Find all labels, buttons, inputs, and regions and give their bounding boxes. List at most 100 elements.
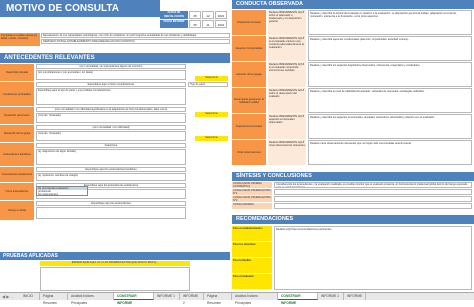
date-field[interactable]: 25 — [189, 11, 201, 19]
left-panel: MOTIVO DE CONSULTA FECHA DE REEVALUACIÓN… — [0, 0, 231, 292]
conducta-value[interactable]: Redacte y describa la actitud del evalua… — [308, 10, 472, 35]
pruebas-text[interactable]: ESPECIFIQUE AQUÍ LA O LAS PRUEBAS EXTRA … — [40, 261, 190, 266]
antecedente-note[interactable]: (normal / retrasado) — [36, 131, 186, 141]
fecha-informe-fields: 25 11 2021 — [189, 20, 229, 28]
conducta-value[interactable]: Redacte y describa los aspectos lingüíst… — [308, 62, 472, 87]
sheet-tab[interactable]: INFORME 1 — [318, 293, 344, 300]
antecedente-value[interactable]: Seleccione — [36, 143, 186, 148]
antecedentes-title: ANTECEDENTES RELEVANTES — [0, 53, 230, 63]
conducta-prompt[interactable]: Redacte BREVEMENTE AQUÍ si el evaluado c… — [268, 62, 306, 87]
check-item[interactable]: Sin antecedentes — [37, 193, 87, 196]
antecedente-note[interactable] — [36, 207, 186, 219]
sintesis-label: CONCLUSIÓN PRUEBA EXTRA N°1 — [232, 189, 272, 195]
tab-nav-arrows[interactable]: ◀ ▶ … — [2, 293, 20, 300]
conducta-value[interactable]: Redacte y describa aspectos conductuales… — [308, 36, 472, 61]
date-field[interactable]: 12 — [202, 11, 214, 19]
conducta-value[interactable]: Redacte y describa los aspectos emociona… — [308, 114, 472, 139]
antecedente-value[interactable]: Especifique aquí los antecedentes famili… — [36, 167, 186, 172]
check-box-list: Se recomienda evaluación profesional Sin… — [36, 186, 88, 196]
antecedente-value[interactable]: (con normalidad / con dificultad signifi… — [36, 107, 186, 112]
conducta-label: Disposición General — [232, 10, 266, 35]
sintesis-value[interactable]: Considerando los antecedentes y la evalu… — [274, 182, 472, 188]
recomendacion-item[interactable]: Para el establecimiento: — [232, 226, 272, 241]
sheet-tab[interactable]: Página Resumen — [204, 293, 232, 305]
antecedente-label: Otra(s) a indicar — [0, 201, 34, 220]
antecedente-note[interactable]: (normal / retrasado) — [36, 113, 186, 123]
conducta-rows: Disposición General Redacte BREVEMENTE AQ… — [232, 10, 474, 170]
antecedente-note[interactable]: Especifique aquí el tipo de parto y sus … — [36, 88, 186, 105]
antecedente-note[interactable]: (ej. repitencia, cambios de colegio) — [36, 173, 186, 181]
sheet-tabs: INICIO Página Resumen Análisis Índices Pri… — [20, 292, 474, 305]
conducta-prompt[interactable]: Redacte BREVEMENTE AQUÍ sobre el adecuad… — [268, 10, 306, 35]
sintesis-title: SÍNTESIS Y CONCLUSIONES — [232, 172, 474, 181]
conducta-prompt[interactable]: Redacte BREVEMENTE AQUÍ aspectos emocion… — [268, 114, 306, 139]
pruebas-title: PRUEBAS APLICADAS — [0, 252, 230, 260]
antecedente-extra[interactable]: Tipo de parto — [188, 82, 228, 87]
right-panel: CONDUCTA OBSERVADA Disposición General Re… — [232, 0, 474, 292]
conducta-label: Aspectos Emocionales — [232, 114, 266, 139]
title-bar: MOTIVO DE CONSULTA — [0, 0, 160, 17]
antecedente-label: Otros antecedentes — [0, 183, 34, 200]
antecedente-value[interactable]: (con normalidad, sin antecedentes dignos… — [36, 64, 186, 69]
antecedente-label: Antecedentes familiares — [0, 143, 34, 166]
sheet-tab[interactable]: CONSTRUIR INFORME — [278, 293, 318, 305]
fecha-reevaluacion-fields: 25 12 2021 — [189, 11, 229, 19]
recomendaciones-items: Para el establecimiento: Para los docente… — [232, 226, 272, 292]
select-dropdown[interactable]: Seleccione — [195, 136, 228, 141]
fecha-reevaluacion-label: FECHA DE REEVALUACIÓN — [160, 11, 188, 19]
sintesis-value[interactable] — [274, 196, 472, 202]
sheet-tab[interactable]: Análisis Índices Principales — [68, 293, 114, 305]
date-field[interactable]: 11 — [202, 20, 214, 28]
sintesis-value[interactable] — [274, 189, 472, 195]
conducta-value[interactable]: Redacte y describa el nivel de habilidad… — [308, 88, 472, 113]
date-field[interactable]: 2021 — [215, 11, 227, 19]
sintesis-rows: CONCLUSIÓN PRUEBA AUTOMÁTICA Considerando… — [232, 182, 474, 216]
motivo-derivado[interactable]: DERIVADO POR EL ESTABLECIMIENTO PARA REE… — [41, 39, 230, 44]
pruebas-area[interactable] — [40, 267, 190, 291]
conducta-prompt[interactable]: Redacte BREVEMENTE AQUÍ otras observacio… — [268, 140, 306, 165]
sintesis-label: CONCLUSIÓN PRUEBA AUTOMÁTICA — [232, 182, 272, 188]
select-dropdown[interactable]: Seleccione — [195, 112, 228, 117]
date-block: FECHA DE REEVALUACIÓN FECHA INFORME 25 12… — [160, 0, 230, 32]
antecedente-value[interactable]: (con normalidad / con dificultad) — [36, 125, 186, 130]
sintesis-value[interactable] — [274, 203, 472, 209]
sheet-tab[interactable]: Página Resumen — [40, 293, 68, 305]
motivo-label: Completar en celdas vacías (ej. Edad, mo… — [0, 33, 40, 46]
motivo-text[interactable]: Reevaluación de sus capacidades psicológ… — [41, 33, 230, 38]
conducta-title: CONDUCTA OBSERVADA — [232, 0, 474, 9]
antecedente-label: Desarrollo del lenguaje — [0, 125, 34, 142]
select-dropdown[interactable]: Seleccione — [195, 76, 228, 81]
conducta-label: Aspectos Conductuales — [232, 36, 266, 61]
conducta-prompt[interactable]: Redacte BREVEMENTE AQUÍ sobre el desempe… — [268, 88, 306, 113]
fecha-informe-label: FECHA INFORME — [160, 20, 188, 28]
sheet-tab[interactable]: INFORME 2 — [180, 293, 204, 305]
sheet-tab[interactable]: INFORME 1 — [154, 293, 180, 300]
conducta-label: Otras observaciones — [232, 140, 266, 165]
conducta-value[interactable]: Redacte otras observaciones relevantes q… — [308, 140, 472, 165]
sintesis-label: CONCLUSIÓN PRUEBA EXTRA N°2 — [232, 196, 272, 202]
date-field[interactable]: 2021 — [215, 20, 227, 28]
antecedente-note[interactable]: (ej. diagnóstico de algún familiar) — [36, 149, 186, 165]
sheet-tab[interactable]: INFORME — [344, 293, 366, 300]
date-field[interactable]: 25 — [189, 20, 201, 28]
antecedente-value[interactable]: Especifique aquí si hubo complicaciones — [36, 82, 186, 87]
sintesis-label: CONCLUSIONES — [232, 203, 272, 209]
sheet-tab[interactable]: Análisis Índices Principales — [232, 293, 278, 305]
antecedente-label: Antecedentes académicos — [0, 167, 34, 182]
recomendaciones-title: RECOMENDACIONES — [232, 215, 474, 224]
antecedentes-rows: Desarrollo prenatal (con normalidad, sin … — [0, 64, 230, 250]
recomendacion-item[interactable]: Para el evaluado: — [232, 274, 272, 289]
sheet-tab[interactable]: INICIO — [20, 293, 40, 300]
recomendacion-item[interactable]: Para la familia: — [232, 258, 272, 273]
sheet-tab[interactable]: CONSTRUIR INFORME — [114, 293, 154, 305]
antecedente-label: Desarrollo prenatal — [0, 64, 34, 81]
antecedente-label: Condiciones perinatales — [0, 82, 34, 106]
antecedente-note[interactable]: (sin complicaciones / con anomalías / si… — [36, 70, 186, 80]
conducta-label: Atención del Lenguaje — [232, 62, 266, 87]
recomendaciones-note[interactable]: Redacte AQUÍ las recomendaciones pertine… — [274, 226, 472, 290]
conducta-label: Desempeño general en la habilidad medida — [232, 88, 266, 113]
antecedente-label: Desarrollo psicomotor — [0, 107, 34, 124]
recomendacion-item[interactable]: Para los docentes: — [232, 242, 272, 257]
conducta-prompt[interactable]: Redacte BREVEMENTE AQUÍ si el evaluado m… — [268, 36, 306, 61]
antecedente-value[interactable]: Especifique aquí los antecedentes — [36, 201, 186, 206]
